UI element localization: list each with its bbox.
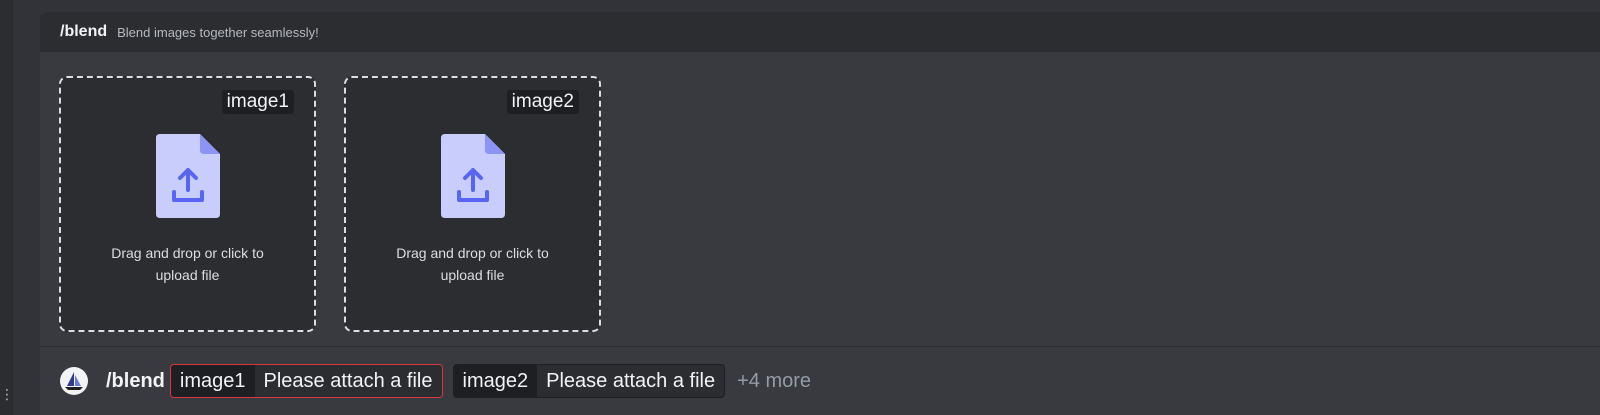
upload-instructions: Drag and drop or click to upload file bbox=[111, 245, 264, 283]
option-value[interactable]: Please attach a file bbox=[254, 365, 442, 397]
upload-area: image1 Drag and drop or click to upload … bbox=[59, 76, 601, 332]
file-upload-icon bbox=[156, 134, 220, 218]
option-name: image2 bbox=[453, 365, 538, 397]
upload-instructions: Drag and drop or click to upload file bbox=[396, 245, 549, 283]
upload-tag: image2 bbox=[506, 90, 579, 114]
option-image1[interactable]: image1 Please attach a file bbox=[169, 364, 443, 398]
command-header: /blend Blend images together seamlessly! bbox=[40, 12, 1600, 52]
input-command-name: /blend bbox=[106, 369, 165, 392]
command-input-bar: /blend image1 Please attach a file image… bbox=[40, 347, 1600, 415]
left-rail: ⋮ bbox=[0, 0, 14, 415]
option-value[interactable]: Please attach a file bbox=[537, 365, 725, 397]
upload-tag: image1 bbox=[221, 90, 294, 114]
command-name: /blend bbox=[60, 23, 108, 40]
more-options-link[interactable]: +4 more bbox=[737, 370, 811, 393]
rail-edge-glyph: ⋮ bbox=[0, 386, 14, 402]
top-strip bbox=[13, 0, 1600, 12]
bot-avatar-icon[interactable] bbox=[60, 367, 88, 395]
upload-dropzone-image2[interactable]: image2 Drag and drop or click to upload … bbox=[344, 76, 601, 332]
option-image2[interactable]: image2 Please attach a file bbox=[452, 364, 726, 398]
sailboat-icon bbox=[65, 372, 83, 390]
upload-dropzone-image1[interactable]: image1 Drag and drop or click to upload … bbox=[59, 76, 316, 332]
file-upload-icon bbox=[441, 134, 505, 218]
option-name: image1 bbox=[170, 365, 255, 397]
command-description: Blend images together seamlessly! bbox=[117, 24, 319, 40]
